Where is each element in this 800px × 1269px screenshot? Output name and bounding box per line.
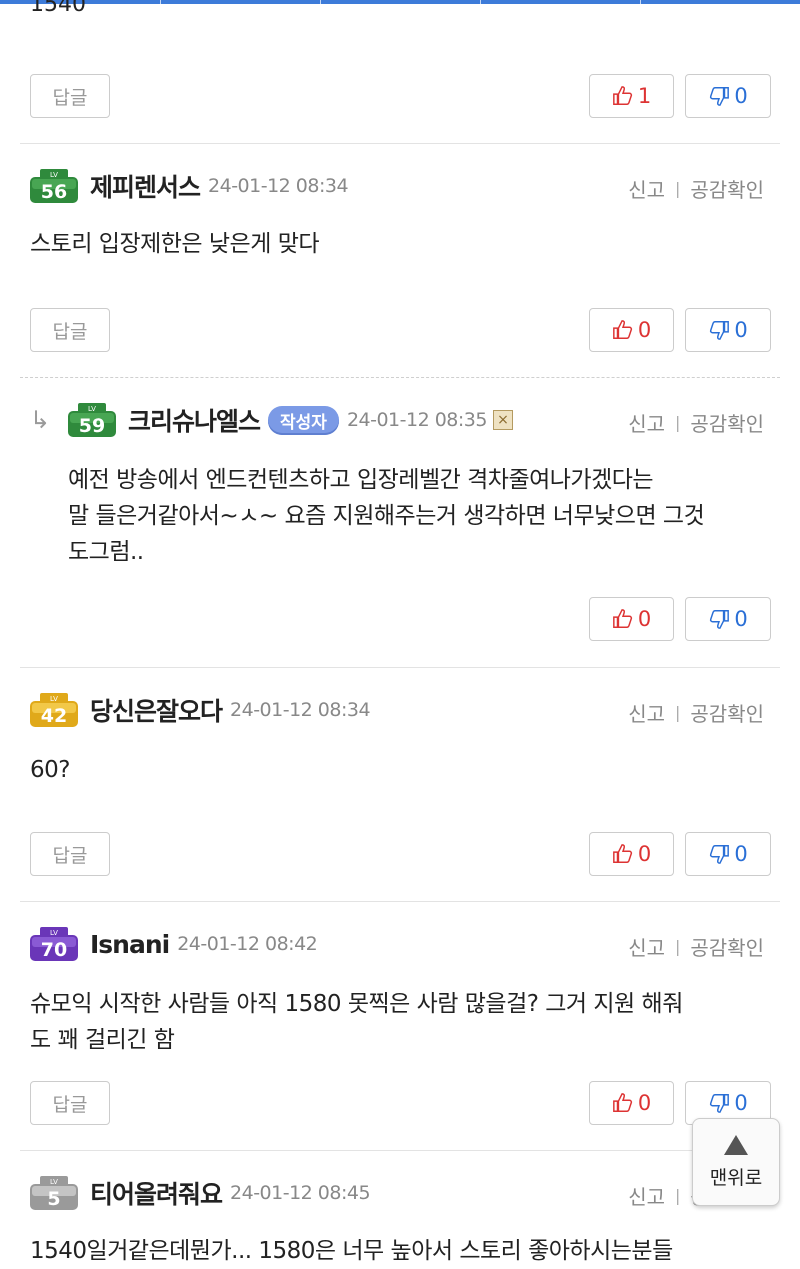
comment-actions: 신고|공감확인 — [628, 932, 764, 961]
thumbs-down-icon — [710, 845, 730, 864]
thumbs-down-icon — [710, 1094, 730, 1113]
nickname[interactable]: 크리슈나엘스 — [128, 402, 261, 438]
downvote-button[interactable]: 0 — [685, 74, 771, 118]
comment-date: 24-01-12 08:34 — [230, 699, 371, 721]
level-badge: LV 56 — [30, 169, 78, 203]
level-badge: LV 5 — [30, 1176, 78, 1210]
reply-label: 답글 — [52, 86, 88, 109]
comment-text: 1540일거같은데뭔가... 1580은 너무 높아서 스토리 좋아하시는분들 — [30, 1238, 673, 1264]
upvote-button[interactable]: 0 — [589, 308, 674, 352]
thumbs-up-icon — [612, 844, 632, 863]
downvote-button[interactable]: 0 — [685, 597, 771, 641]
thumbs-up-icon — [612, 320, 632, 339]
svg-text:70: 70 — [41, 939, 67, 961]
downvote-count: 0 — [734, 318, 748, 342]
comment-text: 스토리 입장제한은 낮은게 맞다 — [30, 231, 320, 257]
comment-date: 24-01-12 08:45 — [230, 1182, 371, 1204]
comment-header: LV 5 티어올려줘요 24-01-12 08:45 — [30, 1175, 371, 1211]
divider — [20, 143, 780, 144]
divider — [20, 1150, 780, 1151]
scroll-to-top-label: 맨위로 — [709, 1166, 763, 1189]
report-link[interactable]: 신고 — [628, 408, 665, 437]
comment-header: LV 56 제피렌서스 24-01-12 08:34 — [30, 168, 349, 204]
reply-arrow-icon: ↳ — [30, 406, 51, 434]
downvote-button[interactable]: 0 — [685, 308, 771, 352]
upvote-count: 1 — [637, 84, 652, 108]
previous-comment-text: 1540 — [30, 0, 86, 17]
comment-text: 예전 방송에서 엔드컨텐츠하고 입장레벨간 격차줄여나가겠다는 말 들은거같아서… — [68, 467, 705, 565]
author-badge: 작성자 — [268, 405, 339, 435]
downvote-count: 0 — [734, 607, 748, 631]
comment-header: LV 59 크리슈나엘스 작성자 24-01-12 08:35 × — [68, 402, 513, 438]
scroll-to-top-button[interactable]: 맨위로 — [692, 1118, 780, 1206]
comment-header: LV 70 Isnani 24-01-12 08:42 — [30, 926, 318, 962]
comment-date: 24-01-12 08:35 — [346, 409, 488, 431]
svg-text:56: 56 — [41, 181, 67, 203]
svg-text:59: 59 — [79, 415, 105, 437]
thumbs-down-icon — [710, 87, 730, 106]
nickname[interactable]: 제피렌서스 — [90, 168, 201, 204]
report-link[interactable]: 신고 — [628, 174, 665, 203]
upvote-button[interactable]: 1 — [589, 74, 674, 118]
thumbs-down-icon — [710, 321, 730, 340]
thumbs-up-icon — [612, 86, 632, 105]
comment-date: 24-01-12 08:34 — [208, 175, 349, 197]
upvote-count: 0 — [637, 318, 652, 342]
nickname[interactable]: 티어올려줘요 — [90, 1175, 223, 1211]
downvote-count: 0 — [734, 1091, 748, 1115]
comment-text: 슈모익 시작한 사람들 아직 1580 못찍은 사람 많을걸? 그거 지원 해줘… — [30, 991, 683, 1053]
downvote-count: 0 — [734, 842, 748, 866]
top-bar — [0, 0, 800, 4]
thumbs-down-icon — [710, 610, 730, 629]
upvote-button[interactable]: 0 — [589, 1081, 674, 1125]
thumbs-up-icon — [612, 1093, 632, 1112]
arrow-up-icon — [724, 1134, 748, 1155]
like-check-link[interactable]: 공감확인 — [690, 408, 764, 437]
nickname[interactable]: 당신은잘오다 — [90, 692, 223, 728]
comment-text: 60? — [30, 757, 70, 783]
svg-text:5: 5 — [47, 1188, 60, 1210]
nickname[interactable]: Isnani — [90, 930, 170, 959]
divider — [20, 901, 780, 902]
svg-text:42: 42 — [41, 705, 67, 727]
reply-button[interactable]: 답글 — [30, 1081, 110, 1125]
thumbs-up-icon — [612, 609, 632, 628]
upvote-count: 0 — [637, 607, 652, 631]
comment-header: LV 42 당신은잘오다 24-01-12 08:34 — [30, 692, 371, 728]
divider — [20, 667, 780, 668]
upvote-count: 0 — [637, 842, 652, 866]
reply-button[interactable]: 답글 — [30, 308, 110, 352]
comment-date: 24-01-12 08:42 — [177, 933, 318, 955]
upvote-count: 0 — [637, 1091, 652, 1115]
comment-actions: 신고|공감확인 — [628, 174, 764, 203]
level-badge: LV 59 — [68, 403, 116, 437]
level-badge: LV 42 — [30, 693, 78, 727]
reply-divider — [20, 377, 780, 378]
like-check-link[interactable]: 공감확인 — [690, 174, 764, 203]
reply-button[interactable]: 답글 — [30, 832, 110, 876]
downvote-count: 0 — [734, 84, 748, 108]
level-badge: LV 70 — [30, 927, 78, 961]
comment-actions: 신고|공감확인 — [628, 408, 764, 437]
report-link[interactable]: 신고 — [628, 1181, 665, 1210]
like-check-link[interactable]: 공감확인 — [690, 932, 764, 961]
upvote-button[interactable]: 0 — [589, 832, 674, 876]
delete-icon[interactable]: × — [492, 410, 513, 430]
reply-button[interactable]: 답글 — [30, 74, 110, 118]
comment-actions: 신고|공감확인 — [628, 698, 764, 727]
report-link[interactable]: 신고 — [628, 932, 665, 961]
report-link[interactable]: 신고 — [628, 698, 665, 727]
upvote-button[interactable]: 0 — [589, 597, 674, 641]
like-check-link[interactable]: 공감확인 — [690, 698, 764, 727]
downvote-button[interactable]: 0 — [685, 832, 771, 876]
